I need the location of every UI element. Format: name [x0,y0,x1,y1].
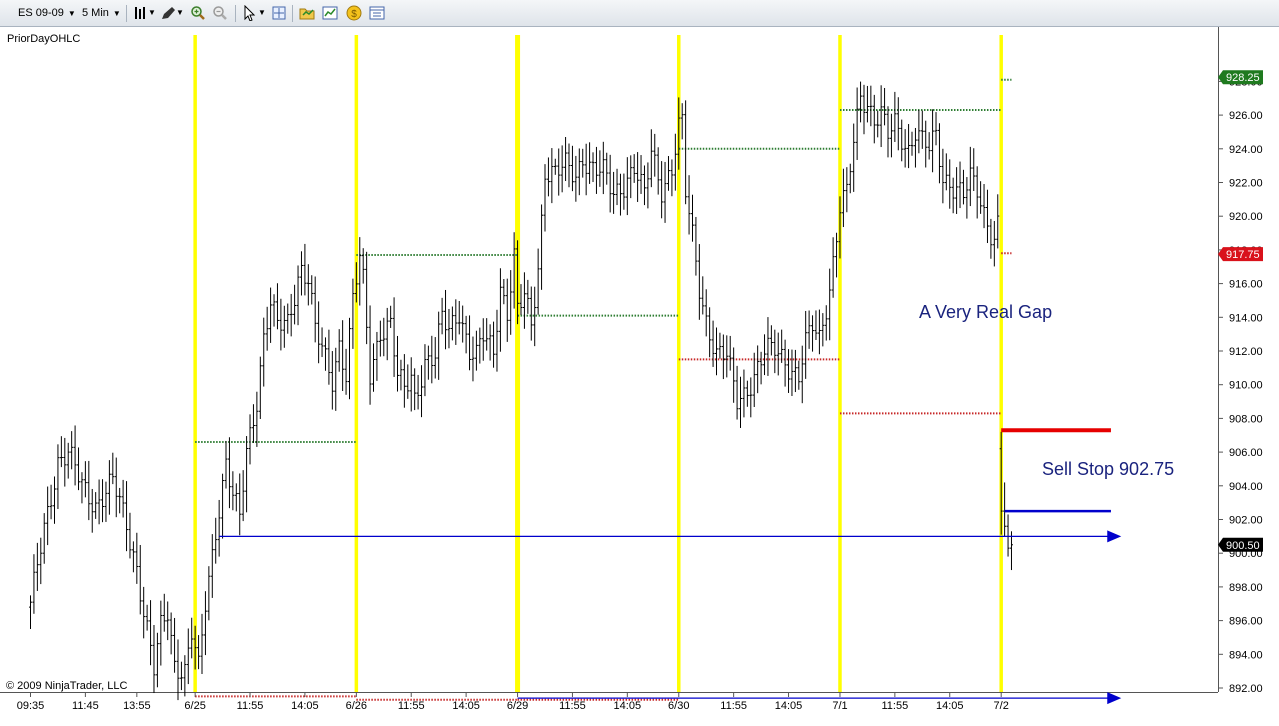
toolbar-separator [292,5,293,22]
chart-properties-icon[interactable] [322,5,338,21]
x-tick-label: 11:55 [882,700,909,712]
sell-stop-annotation: Sell Stop 902.75 [1042,459,1174,479]
drawing-pencil-icon[interactable] [160,5,176,21]
x-tick-label: 7/2 [994,700,1009,712]
x-tick-label: 14:05 [614,700,642,712]
x-tick-label: 14:05 [775,700,803,712]
chevron-down-icon[interactable]: ▼ [148,4,156,22]
zoom-out-icon[interactable] [212,5,228,21]
x-tick-label: 09:35 [17,700,45,712]
svg-text:$: $ [351,9,357,20]
y-tick-label: 916.00 [1229,279,1263,291]
price-badge: 900.50 [1218,537,1263,552]
y-tick-label: 926.00 [1229,110,1263,122]
chevron-down-icon: ▼ [112,9,121,18]
chevron-down-icon: ▼ [67,9,76,18]
y-tick-label: 892.00 [1229,683,1263,695]
x-tick-label: 11:55 [237,700,264,712]
chevron-down-icon[interactable]: ▼ [176,4,184,22]
open-folder-icon[interactable] [299,5,315,21]
y-tick-label: 924.00 [1229,144,1263,156]
svg-text:917.75: 917.75 [1226,249,1260,261]
y-tick-label: 912.00 [1229,346,1263,358]
instrument-label: ES 09-09 [18,7,64,19]
chart-area[interactable]: 892.00 894.00 896.00 898.00 900.00 902.00 904.… [0,27,1279,723]
svg-text:928.25: 928.25 [1226,72,1260,84]
y-tick-label: 908.00 [1229,413,1263,425]
y-tick-label: 914.00 [1229,312,1263,324]
gap-annotation: A Very Real Gap [919,302,1052,322]
toolbar-separator [126,5,127,22]
svg-text:900.50: 900.50 [1226,540,1260,552]
x-tick-label: 14:05 [452,700,480,712]
x-tick-label: 11:45 [72,700,99,712]
x-tick-label: 6/26 [346,700,367,712]
cursor-pointer-icon[interactable] [242,5,258,21]
x-tick-label: 11:55 [720,700,747,712]
chevron-down-icon[interactable]: ▼ [258,4,266,22]
x-tick-label: 6/25 [184,700,205,712]
y-tick-label: 896.00 [1229,616,1263,628]
y-tick-label: 910.00 [1229,380,1263,392]
indicator-label: PriorDayOHLC [7,33,80,45]
y-tick-label: 920.00 [1229,211,1263,223]
x-tick-label: 11:55 [398,700,425,712]
x-tick-label: 14:05 [936,700,964,712]
x-tick-label: 13:55 [123,700,151,712]
zoom-in-icon[interactable] [190,5,206,21]
y-tick-label: 904.00 [1229,481,1263,493]
y-tick-label: 902.00 [1229,515,1263,527]
price-badge: 917.75 [1218,247,1263,262]
y-tick-label: 894.00 [1229,649,1263,661]
interval-selector[interactable]: 5 Min ▼ [82,4,121,22]
strategy-coin-icon[interactable]: $ [346,5,362,21]
y-tick-label: 906.00 [1229,447,1263,459]
plot-background [0,27,1218,692]
gap-arrow-lower[interactable] [517,692,1122,705]
bar-style-icon[interactable] [133,5,149,21]
x-tick-label: 6/29 [507,700,528,712]
copyright-label: © 2009 NinjaTrader, LLC [6,680,127,692]
price-chart[interactable]: 892.00894.00896.00898.00900.00902.00904.… [0,27,1279,723]
interval-label: 5 Min [82,7,109,19]
instrument-selector[interactable]: ES 09-09 ▼ [18,4,76,22]
x-tick-label: 11:55 [559,700,586,712]
y-tick-label: 898.00 [1229,582,1263,594]
price-badge: 928.25 [1218,70,1263,85]
chart-toolbar: ES 09-09 ▼ 5 Min ▼ ▼ ▼ ▼ $ [0,0,1279,27]
x-tick-label: 14:05 [291,700,319,712]
toolbar-separator [235,5,236,22]
x-tick-label: 6/30 [668,700,689,712]
y-tick-label: 922.00 [1229,178,1263,190]
x-tick-label: 7/1 [832,700,847,712]
crosshair-icon[interactable] [271,5,287,21]
data-box-icon[interactable] [369,5,385,21]
